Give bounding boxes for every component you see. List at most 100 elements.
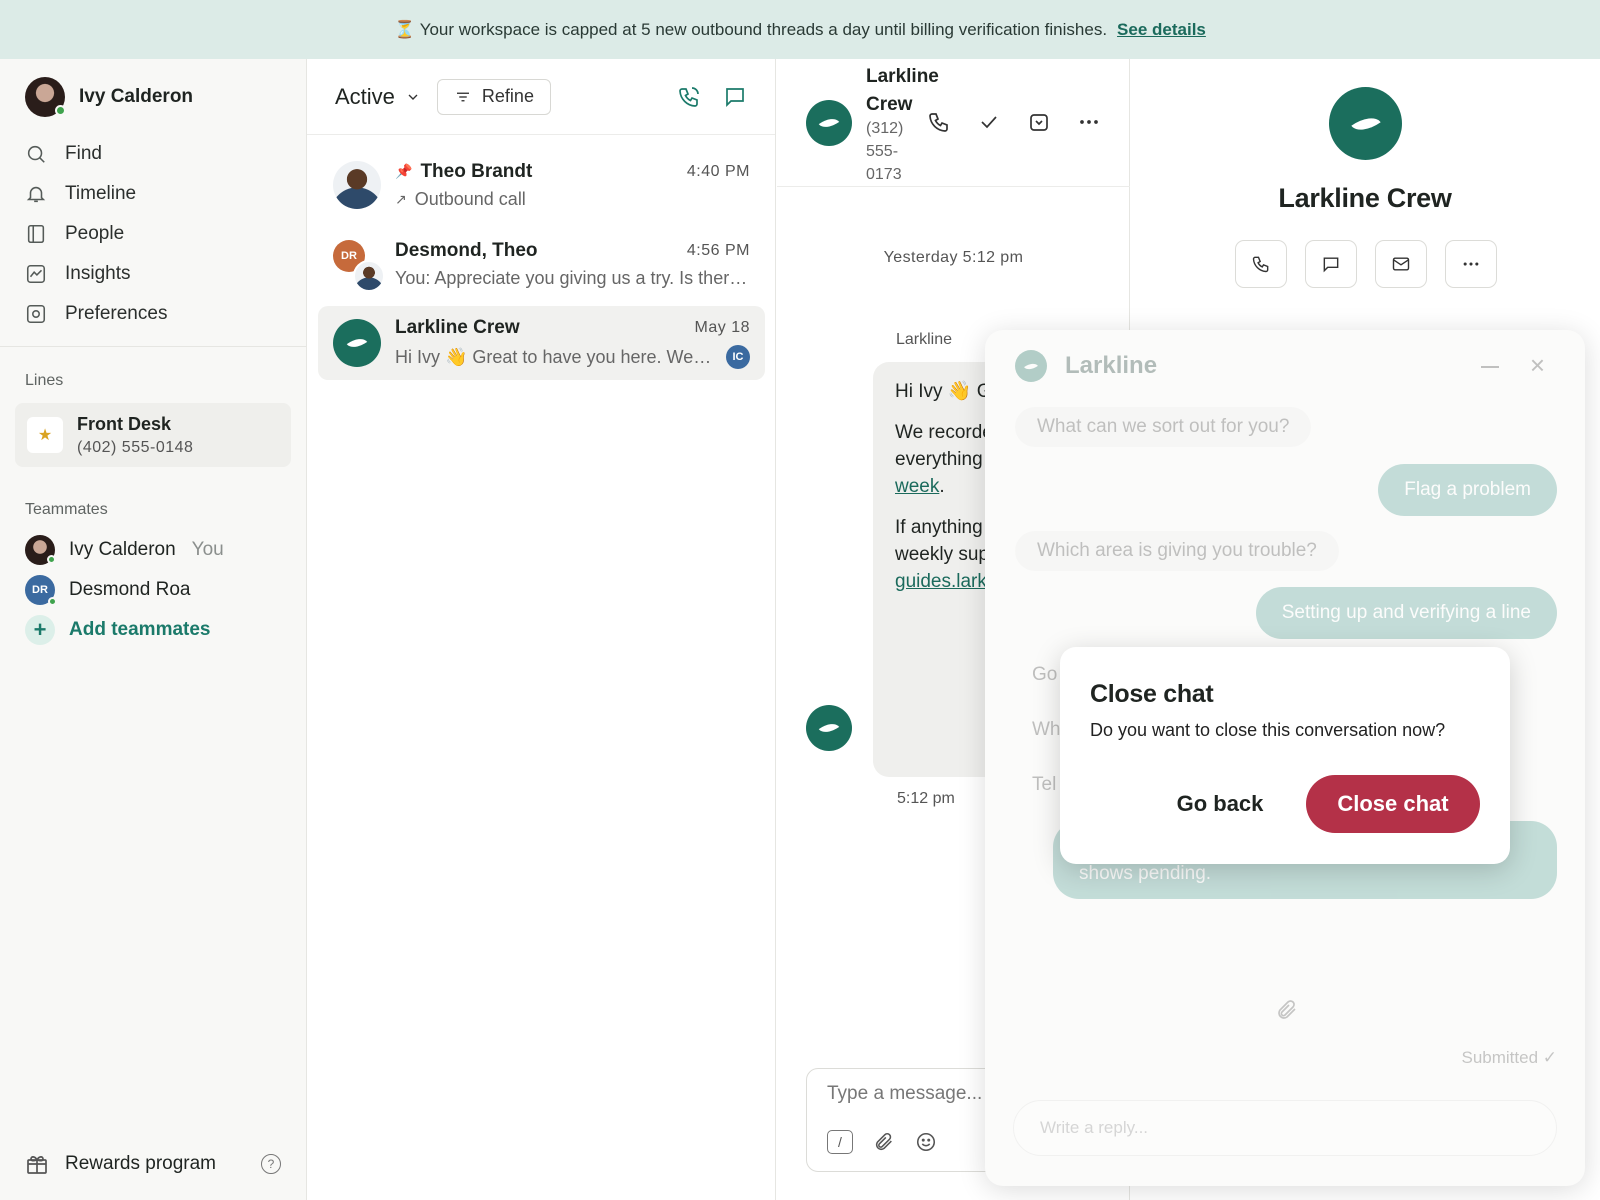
- nav-item-find[interactable]: Find: [25, 134, 167, 174]
- email-button[interactable]: [1375, 240, 1427, 288]
- user-answer: Setting up and verifying a line: [1255, 587, 1557, 639]
- contacts-icon: [27, 224, 45, 244]
- conversation-preview: You: Appreciate you giving us a try. Is …: [395, 267, 750, 288]
- main-nav: Find Timeline People Insights Preference…: [25, 134, 167, 334]
- conversation-name: Desmond, Theo: [395, 239, 538, 261]
- teammate-desmond[interactable]: DR Desmond Roa: [25, 570, 224, 610]
- conversation-time: May 18: [694, 319, 750, 336]
- thread-header: Larkline Crew (312) 555-0173: [777, 59, 1130, 187]
- composer-tools: /: [827, 1130, 937, 1154]
- conversation-time: 4:40 PM: [686, 162, 750, 180]
- thread-actions: [927, 110, 1101, 134]
- contact-name: Larkline Crew: [1278, 183, 1452, 213]
- attach-icon[interactable]: [1275, 998, 1299, 1022]
- more-button[interactable]: [1445, 240, 1497, 288]
- filter-label: Active: [335, 83, 395, 109]
- call-icon[interactable]: [927, 110, 951, 134]
- avatar-initials: DR: [32, 584, 48, 596]
- message-time: 5:12 pm: [897, 790, 955, 807]
- avatar: [25, 77, 66, 117]
- plus-icon: +: [25, 615, 55, 645]
- message-icon: [1323, 257, 1339, 273]
- call-icon: [1252, 256, 1269, 273]
- you-tag: You: [191, 539, 224, 560]
- help-icon[interactable]: ?: [261, 1154, 281, 1174]
- emoji-icon[interactable]: [915, 1131, 937, 1153]
- nav-item-people[interactable]: People: [25, 214, 167, 254]
- refine-button[interactable]: Refine: [436, 78, 551, 115]
- nav-label: People: [65, 223, 125, 244]
- widget-reply-input[interactable]: Write a reply...: [1013, 1100, 1557, 1156]
- user-name: Ivy Calderon: [79, 86, 194, 107]
- conversation-item-theo[interactable]: 📌 Theo Brandt 4:40 PM ↗ Outbound call: [318, 148, 765, 222]
- conversation-preview: Outbound call: [414, 188, 526, 209]
- bot-question: Which area is giving you trouble?: [1015, 531, 1339, 571]
- widget-header: Larkline: [1015, 350, 1157, 382]
- settings-icon: [26, 304, 46, 324]
- attach-icon[interactable]: [873, 1131, 895, 1153]
- conversation-item-desmond-theo[interactable]: DR Desmond, Theo 4:56 PM You: Appreciate…: [318, 227, 765, 301]
- bot-question: Go: [1032, 664, 1058, 685]
- online-status-dot: [48, 597, 57, 606]
- contact-actions: [1235, 240, 1497, 288]
- current-user[interactable]: Ivy Calderon: [25, 77, 193, 117]
- search-icon: [27, 145, 45, 163]
- chart-icon: [26, 264, 46, 284]
- teammate-name: Desmond Roa: [69, 579, 191, 600]
- teammates-label: Teammates: [25, 501, 108, 518]
- snooze-icon[interactable]: [1027, 110, 1051, 134]
- close-icon[interactable]: ×: [1530, 350, 1545, 381]
- more-icon[interactable]: [1077, 110, 1101, 134]
- bell-icon: [26, 186, 46, 203]
- mail-icon: [1392, 257, 1410, 271]
- conversation-item-larkline[interactable]: Larkline Crew May 18 Hi Ivy 👋 Great to h…: [318, 306, 765, 380]
- list-actions: [677, 85, 747, 109]
- thread-number: (312) 555-0173: [866, 120, 904, 183]
- conversation-name: Theo Brandt: [420, 160, 533, 182]
- online-status-dot: [55, 105, 66, 116]
- conversation-preview: Hi Ivy 👋 Great to have you here. We reco…: [395, 346, 712, 367]
- banner-text: ⏳ Your workspace is capped at 5 new outb…: [394, 19, 1108, 39]
- refine-label: Refine: [481, 86, 534, 106]
- nav-label: Timeline: [65, 183, 137, 204]
- avatar: [25, 535, 56, 565]
- rewards-program[interactable]: Rewards program ?: [25, 1152, 281, 1176]
- teammate-ivy[interactable]: Ivy Calderon You: [25, 530, 224, 570]
- avatar: [353, 260, 385, 292]
- minimize-icon[interactable]: [1481, 366, 1499, 368]
- conversation-name: Larkline Crew: [395, 317, 520, 338]
- see-details-link[interactable]: See details: [1117, 20, 1206, 40]
- close-chat-button[interactable]: Close chat: [1306, 775, 1480, 833]
- go-back-button[interactable]: Go back: [1150, 775, 1290, 833]
- check-icon[interactable]: [977, 110, 1001, 134]
- dialog-title: Close chat: [1090, 680, 1214, 708]
- pin-icon: 📌: [395, 163, 413, 179]
- message-button[interactable]: [1305, 240, 1357, 288]
- add-teammates-button[interactable]: + Add teammates: [25, 610, 224, 650]
- nav-item-timeline[interactable]: Timeline: [25, 174, 167, 214]
- slash-commands-button[interactable]: /: [827, 1130, 853, 1154]
- avatar: [333, 161, 381, 209]
- larkline-logo-icon: [1329, 87, 1402, 160]
- line-number: (402) 555-0148: [77, 438, 194, 456]
- user-answer: Flag a problem: [1378, 464, 1557, 516]
- list-header: Active Refine: [307, 59, 775, 135]
- call-button[interactable]: [1235, 240, 1287, 288]
- line-front-desk[interactable]: ★ Front Desk (402) 555-0148: [15, 403, 291, 467]
- new-message-icon[interactable]: [723, 85, 747, 109]
- larkline-logo-icon: [1015, 350, 1047, 382]
- group-avatar: DR: [333, 240, 385, 292]
- rewards-label: Rewards program: [65, 1153, 216, 1174]
- status-filter-dropdown[interactable]: Active: [335, 84, 421, 110]
- widget-title: Larkline: [1065, 352, 1158, 379]
- conversation-time: 4:56 PM: [686, 241, 750, 259]
- nav-item-preferences[interactable]: Preferences: [25, 294, 167, 334]
- new-call-icon[interactable]: [677, 85, 701, 109]
- billing-banner: ⏳ Your workspace is capped at 5 new outb…: [0, 0, 1600, 59]
- online-status-dot: [47, 555, 56, 564]
- date-separator: Yesterday 5:12 pm: [883, 249, 1024, 266]
- teammates-list: Ivy Calderon You DR Desmond Roa + Add te…: [25, 530, 224, 650]
- nav-item-insights[interactable]: Insights: [25, 254, 167, 294]
- divider: [0, 346, 307, 347]
- add-teammates-label: Add teammates: [69, 619, 211, 640]
